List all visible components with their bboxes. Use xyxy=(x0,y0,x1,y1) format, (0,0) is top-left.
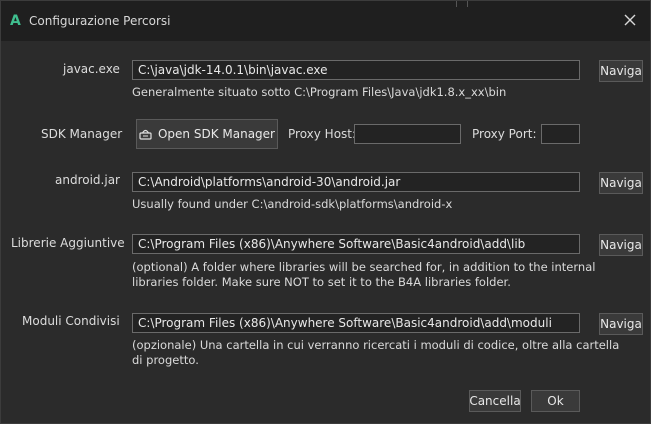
modules-path-input[interactable] xyxy=(132,313,580,333)
ok-button[interactable]: Ok xyxy=(531,390,580,412)
libraries-browse-button[interactable]: Naviga xyxy=(599,234,643,256)
modules-hint-line1: (opzionale) Una cartella in cui verranno… xyxy=(132,338,620,352)
android-jar-browse-button[interactable]: Naviga xyxy=(599,172,643,194)
proxy-port-input[interactable] xyxy=(541,124,580,144)
modules-hint-line2: di progetto. xyxy=(132,353,199,367)
javac-path-input[interactable] xyxy=(132,60,580,80)
android-jar-label: android.jar xyxy=(55,173,120,187)
javac-browse-button[interactable]: Naviga xyxy=(599,60,643,82)
title-bar: A Configurazione Percorsi xyxy=(1,1,650,41)
proxy-port-label: Proxy Port: xyxy=(472,127,537,141)
open-sdk-manager-label: Open SDK Manager xyxy=(157,127,275,141)
sdk-manager-icon xyxy=(139,129,152,140)
path-config-dialog: A Configurazione Percorsi javac.exe Navi… xyxy=(0,0,651,424)
window-edge-mark xyxy=(456,1,457,7)
window-edge-mark xyxy=(467,1,468,7)
window-title: Configurazione Percorsi xyxy=(29,14,171,28)
modules-label: Moduli Condivisi xyxy=(22,314,120,328)
proxy-host-label: Proxy Host: xyxy=(288,127,357,141)
libraries-label: Librerie Aggiuntive xyxy=(11,236,125,250)
libraries-hint-line2: libraries folder. Make sure NOT to set i… xyxy=(132,275,511,289)
android-jar-path-input[interactable] xyxy=(132,172,580,192)
modules-browse-button[interactable]: Naviga xyxy=(599,313,643,335)
app-logo-icon: A xyxy=(10,13,21,29)
open-sdk-manager-button[interactable]: Open SDK Manager xyxy=(136,119,278,149)
close-icon xyxy=(624,14,636,26)
sdk-manager-label: SDK Manager xyxy=(41,127,123,141)
libraries-path-input[interactable] xyxy=(132,234,580,254)
android-jar-hint: Usually found under C:\android-sdk\platf… xyxy=(132,197,453,211)
cancel-button[interactable]: Cancella xyxy=(469,390,521,412)
proxy-host-input[interactable] xyxy=(354,124,461,144)
javac-label: javac.exe xyxy=(63,62,120,76)
close-button[interactable] xyxy=(620,10,640,30)
libraries-hint-line1: (optional) A folder where libraries will… xyxy=(132,260,596,274)
javac-hint: Generalmente situato sotto C:\Program Fi… xyxy=(132,85,507,99)
